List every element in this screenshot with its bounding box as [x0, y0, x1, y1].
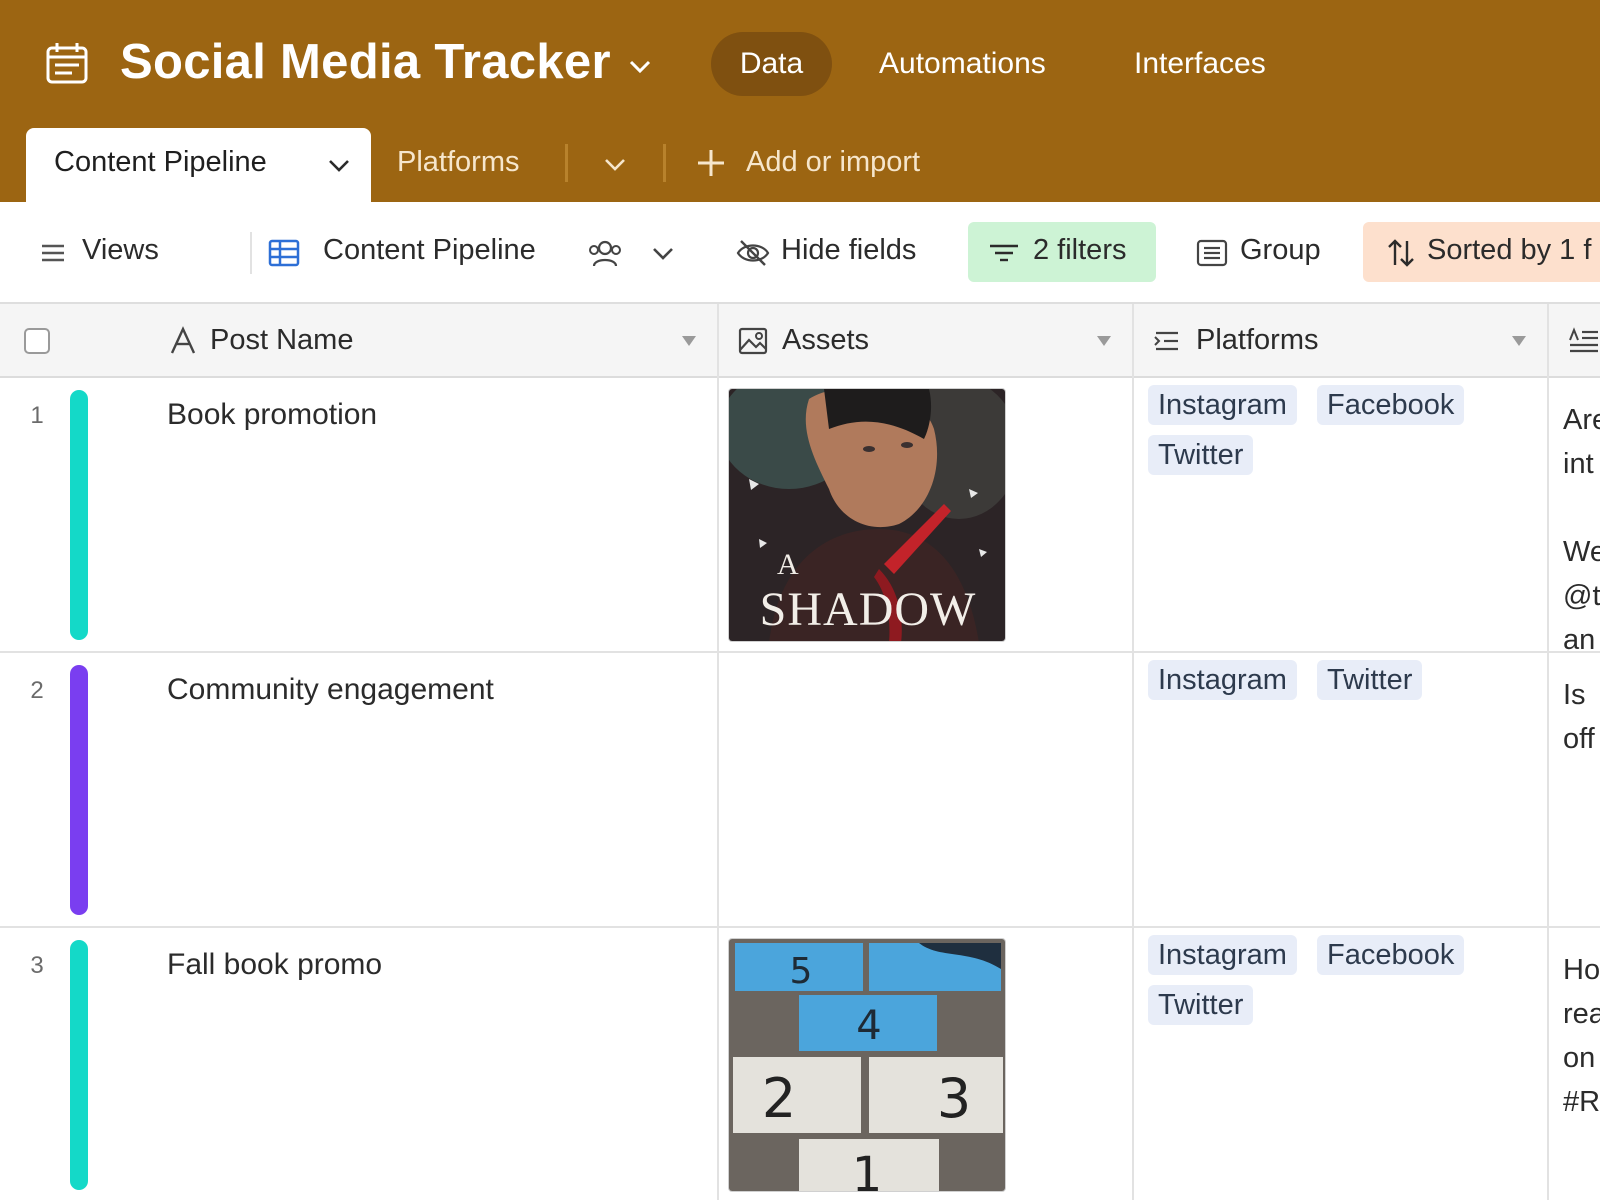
hopscotch-number: 3	[937, 1067, 971, 1130]
notes-line: @t	[1563, 580, 1600, 612]
platform-tag: Instagram	[1148, 660, 1297, 700]
column-divider	[1132, 304, 1134, 1200]
sort-label: Sorted by 1 f	[1427, 234, 1592, 266]
table-tab-content-pipeline[interactable]: Content Pipeline	[26, 128, 371, 202]
notes-line: rea	[1563, 998, 1600, 1030]
caret-down-icon[interactable]	[681, 335, 697, 347]
group-icon	[1196, 239, 1228, 267]
book-cover-text-b: SHADOW	[760, 583, 977, 636]
chevron-down-icon[interactable]	[626, 52, 654, 80]
multi-select-icon	[1154, 331, 1178, 351]
column-header-label: Post Name	[210, 324, 354, 356]
row-number: 2	[30, 677, 44, 704]
table-tab-label: Content Pipeline	[54, 146, 267, 178]
collaborators-icon[interactable]	[588, 238, 622, 270]
plus-icon	[698, 150, 724, 176]
notes-line: off	[1563, 723, 1595, 755]
hopscotch-number: 5	[790, 951, 813, 992]
caret-down-icon[interactable]	[1511, 335, 1527, 347]
notes-line: We	[1563, 536, 1600, 568]
notes-line: #R	[1563, 1086, 1600, 1118]
long-text-icon[interactable]	[1568, 326, 1598, 356]
hopscotch-image: 5 4 2 3 1	[729, 939, 1005, 1192]
notes-line: on	[1563, 1042, 1596, 1074]
toolbar-divider	[250, 232, 252, 274]
calendar-icon	[46, 43, 88, 84]
notes-cell[interactable]: Is off	[1563, 673, 1600, 761]
text-field-icon	[170, 326, 196, 354]
notes-line: Are	[1563, 404, 1600, 436]
add-or-import-label: Add or import	[746, 146, 921, 178]
view-name: Content Pipeline	[323, 234, 536, 266]
grid-header: Post Name Assets Platforms	[0, 304, 1600, 378]
platform-tag: Facebook	[1317, 935, 1465, 975]
chevron-down-icon[interactable]	[602, 151, 628, 177]
platform-tag: Instagram	[1148, 935, 1297, 975]
notes-line: Is	[1563, 679, 1586, 711]
app-title[interactable]: Social Media Tracker	[120, 34, 611, 90]
post-name-cell[interactable]: Community engagement	[167, 673, 494, 707]
notes-line	[1563, 486, 1600, 530]
platform-tag: Twitter	[1148, 435, 1254, 475]
group-label: Group	[1240, 234, 1321, 266]
app-header: Social Media Tracker Data Automations In…	[0, 0, 1600, 202]
nav-tab-interfaces[interactable]: Interfaces	[1106, 32, 1294, 96]
hopscotch-number: 1	[852, 1147, 883, 1192]
asset-thumbnail[interactable]: A SHADOW	[728, 388, 1006, 642]
platform-tag: Twitter	[1317, 660, 1423, 700]
filters-label: 2 filters	[1033, 234, 1127, 266]
table-tab-platforms[interactable]: Platforms	[397, 146, 519, 179]
hopscotch-number: 2	[762, 1067, 796, 1130]
book-cover-image: A SHADOW	[729, 389, 1005, 641]
hide-fields-label: Hide fields	[781, 234, 917, 266]
row-color-bar	[70, 390, 88, 640]
table-row[interactable]: 2 Community engagement Instagram Twitter…	[0, 653, 1600, 928]
image-icon	[738, 327, 768, 355]
views-label: Views	[82, 234, 159, 266]
platform-tag: Twitter	[1148, 985, 1254, 1025]
column-divider	[1547, 304, 1549, 1200]
table-row[interactable]: 1 Book promotion A SHADOW Instagram Face…	[0, 378, 1600, 656]
tab-divider	[565, 144, 568, 182]
column-header-label: Platforms	[1196, 324, 1319, 356]
grid-view-icon	[268, 239, 300, 267]
notes-cell[interactable]: Ho rea on #R	[1563, 948, 1600, 1124]
filter-icon	[990, 244, 1018, 262]
row-number: 1	[30, 402, 44, 429]
menu-icon	[42, 244, 64, 262]
nav-tab-automations[interactable]: Automations	[851, 32, 1074, 96]
tab-divider	[663, 144, 666, 182]
row-color-bar	[70, 665, 88, 915]
asset-thumbnail[interactable]: 5 4 2 3 1	[728, 938, 1006, 1192]
caret-down-icon[interactable]	[1096, 335, 1112, 347]
post-name-cell[interactable]: Fall book promo	[167, 948, 382, 982]
eye-off-icon	[736, 240, 770, 266]
row-number: 3	[30, 952, 44, 979]
sort-icon	[1388, 239, 1414, 267]
book-cover-text-a: A	[777, 548, 799, 581]
hopscotch-number: 4	[856, 1003, 881, 1049]
notes-line: Ho	[1563, 954, 1600, 986]
column-divider	[717, 304, 719, 1200]
platform-tag: Facebook	[1317, 385, 1465, 425]
chevron-down-icon[interactable]	[650, 240, 676, 266]
notes-cell[interactable]: Are int We @t an	[1563, 398, 1600, 662]
row-color-bar	[70, 940, 88, 1190]
platform-tag: Instagram	[1148, 385, 1297, 425]
post-name-cell[interactable]: Book promotion	[167, 398, 377, 432]
column-header-label: Assets	[782, 324, 870, 356]
nav-tab-data[interactable]: Data	[711, 32, 832, 96]
chevron-down-icon[interactable]	[326, 152, 352, 178]
notes-line: int	[1563, 448, 1594, 480]
select-all-checkbox[interactable]	[24, 328, 50, 354]
table-row[interactable]: 3 Fall book promo 5 4 2 3 1 Instagram Fa…	[0, 928, 1600, 1200]
